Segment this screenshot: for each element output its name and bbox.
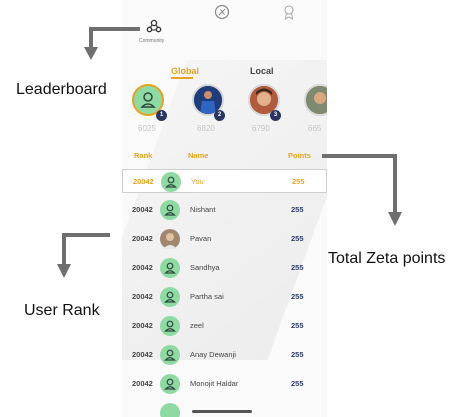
- annotation-arrows: [57, 27, 402, 278]
- leaderboard-arrow: [84, 27, 140, 60]
- user-rank-arrow: [57, 233, 110, 278]
- total-points-arrow: [322, 154, 402, 226]
